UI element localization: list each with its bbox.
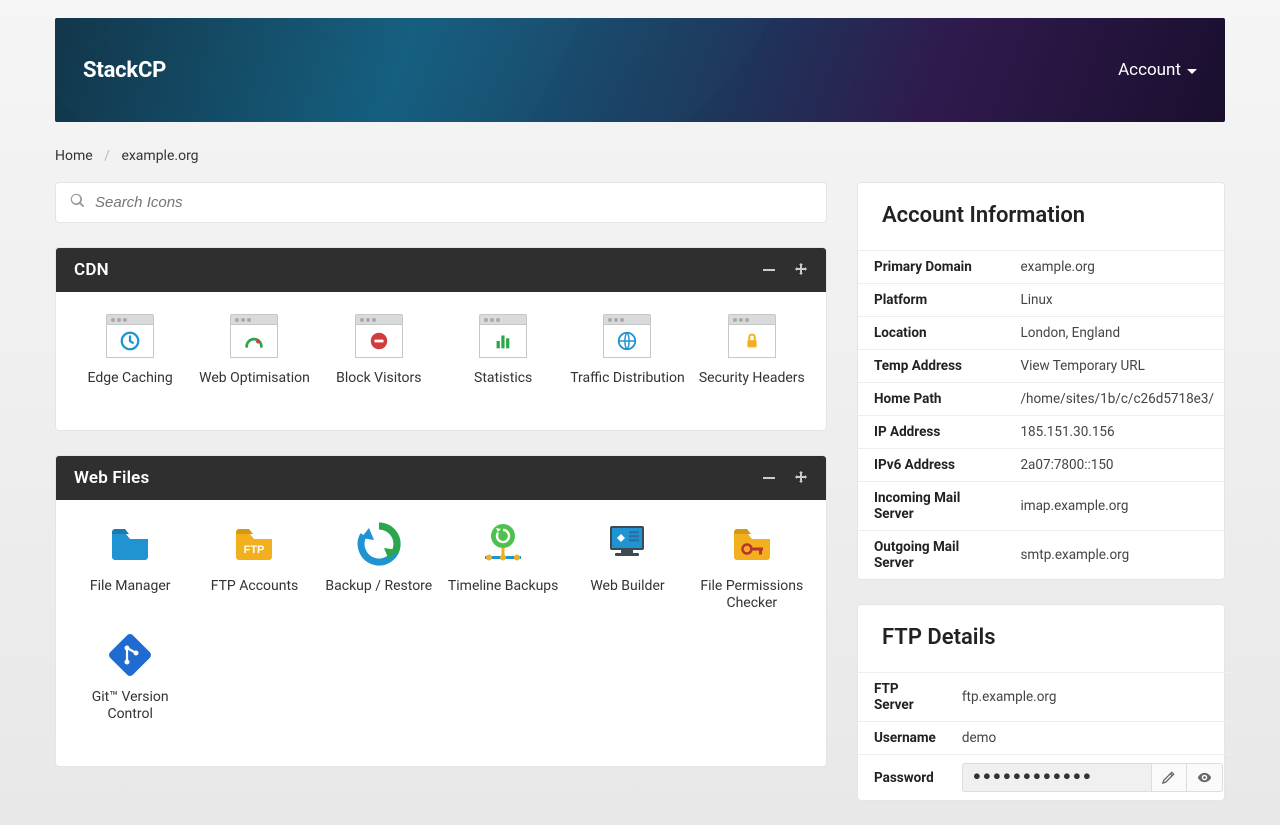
info-value: smtp.example.org <box>1004 531 1224 580</box>
icon-label: File Permissions Checker <box>694 578 810 613</box>
ftp-password-row: Password <box>858 755 1233 801</box>
panel-webfiles-title: Web Files <box>74 468 149 488</box>
icon-label: File Manager <box>90 578 171 596</box>
icon-label: Web Optimisation <box>199 370 310 388</box>
info-value: London, England <box>1004 317 1224 350</box>
icon-ftp-accounts[interactable]: FTP FTP Accounts <box>192 520 316 613</box>
info-value: 185.151.30.156 <box>1004 416 1224 449</box>
ftp-details-card: FTP Details FTP Server ftp.example.org U… <box>857 604 1225 801</box>
panel-web-files: Web Files <box>55 455 827 767</box>
icon-block-visitors[interactable]: Block Visitors <box>317 312 441 388</box>
info-value: Linux <box>1004 284 1224 317</box>
info-key: Platform <box>858 284 1004 317</box>
info-value[interactable]: View Temporary URL <box>1004 350 1224 383</box>
search-input[interactable] <box>95 194 812 211</box>
info-value: 2a07:7800::150 <box>1004 449 1224 482</box>
info-key: Outgoing Mail Server <box>858 531 1004 580</box>
panel-cdn: CDN <box>55 247 827 431</box>
info-key: Location <box>858 317 1004 350</box>
info-value: imap.example.org <box>1004 482 1224 531</box>
breadcrumb-current: example.org <box>121 148 198 164</box>
search-card <box>55 182 827 223</box>
info-row: Primary Domainexample.org <box>858 251 1224 284</box>
account-info-card: Account Information Primary Domainexampl… <box>857 182 1225 580</box>
info-value: /home/sites/1b/c/c26d5718e3/ <box>1004 383 1224 416</box>
info-key: IP Address <box>858 416 1004 449</box>
icon-label: Statistics <box>474 370 532 388</box>
icon-label: Git™ Version Control <box>72 689 188 724</box>
search-icon <box>70 193 85 212</box>
chevron-down-icon <box>1187 69 1197 74</box>
icon-label: Edge Caching <box>88 370 173 388</box>
info-row: PlatformLinux <box>858 284 1224 317</box>
icon-git-version-control[interactable]: Git™ Version Control <box>68 631 192 724</box>
move-icon[interactable] <box>794 471 808 485</box>
svg-text:FTP: FTP <box>244 544 265 556</box>
icon-label: Security Headers <box>699 370 805 388</box>
info-row: Temp AddressView Temporary URL <box>858 350 1224 383</box>
collapse-icon[interactable] <box>762 471 776 485</box>
header-banner: StackCP Account <box>55 18 1225 122</box>
info-value: example.org <box>1004 251 1224 284</box>
reveal-password-button[interactable] <box>1187 763 1223 792</box>
icon-file-manager[interactable]: File Manager <box>68 520 192 613</box>
icon-label: Web Builder <box>590 578 664 596</box>
icon-label: Timeline Backups <box>448 578 558 596</box>
info-key: Temp Address <box>858 350 1004 383</box>
info-key: IPv6 Address <box>858 449 1004 482</box>
brand-title: StackCP <box>83 58 166 83</box>
icon-web-optimisation[interactable]: Web Optimisation <box>192 312 316 388</box>
ftp-username-row: Username demo <box>858 722 1233 755</box>
icon-label: Traffic Distribution <box>570 370 685 388</box>
collapse-icon[interactable] <box>762 263 776 277</box>
ftp-details-title: FTP Details <box>858 605 1224 672</box>
breadcrumb-separator: / <box>104 148 110 164</box>
icon-traffic-distribution[interactable]: Traffic Distribution <box>565 312 689 388</box>
icon-backup-restore[interactable]: Backup / Restore <box>317 520 441 613</box>
icon-label: Backup / Restore <box>325 578 432 596</box>
icon-label: Block Visitors <box>336 370 421 388</box>
account-dropdown[interactable]: Account <box>1118 60 1197 80</box>
info-row: Incoming Mail Serverimap.example.org <box>858 482 1224 531</box>
icon-label: FTP Accounts <box>211 578 299 596</box>
info-row: IP Address185.151.30.156 <box>858 416 1224 449</box>
breadcrumb: Home / example.org <box>55 122 1225 182</box>
account-info-title: Account Information <box>858 183 1224 250</box>
info-key: Primary Domain <box>858 251 1004 284</box>
panel-cdn-title: CDN <box>74 260 109 280</box>
icon-security-headers[interactable]: Security Headers <box>690 312 814 388</box>
icon-edge-caching[interactable]: Edge Caching <box>68 312 192 388</box>
edit-password-button[interactable] <box>1151 763 1187 792</box>
info-key: Incoming Mail Server <box>858 482 1004 531</box>
ftp-server-row: FTP Server ftp.example.org <box>858 673 1233 722</box>
icon-file-permissions-checker[interactable]: File Permissions Checker <box>690 520 814 613</box>
info-row: LocationLondon, England <box>858 317 1224 350</box>
move-icon[interactable] <box>794 263 808 277</box>
icon-web-builder[interactable]: Web Builder <box>565 520 689 613</box>
ftp-password-field <box>962 763 1151 792</box>
info-row: IPv6 Address2a07:7800::150 <box>858 449 1224 482</box>
info-row: Outgoing Mail Serversmtp.example.org <box>858 531 1224 580</box>
info-key: Home Path <box>858 383 1004 416</box>
icon-statistics[interactable]: Statistics <box>441 312 565 388</box>
info-row: Home Path/home/sites/1b/c/c26d5718e3/ <box>858 383 1224 416</box>
account-label: Account <box>1118 60 1181 80</box>
icon-timeline-backups[interactable]: Timeline Backups <box>441 520 565 613</box>
breadcrumb-home[interactable]: Home <box>55 148 93 164</box>
